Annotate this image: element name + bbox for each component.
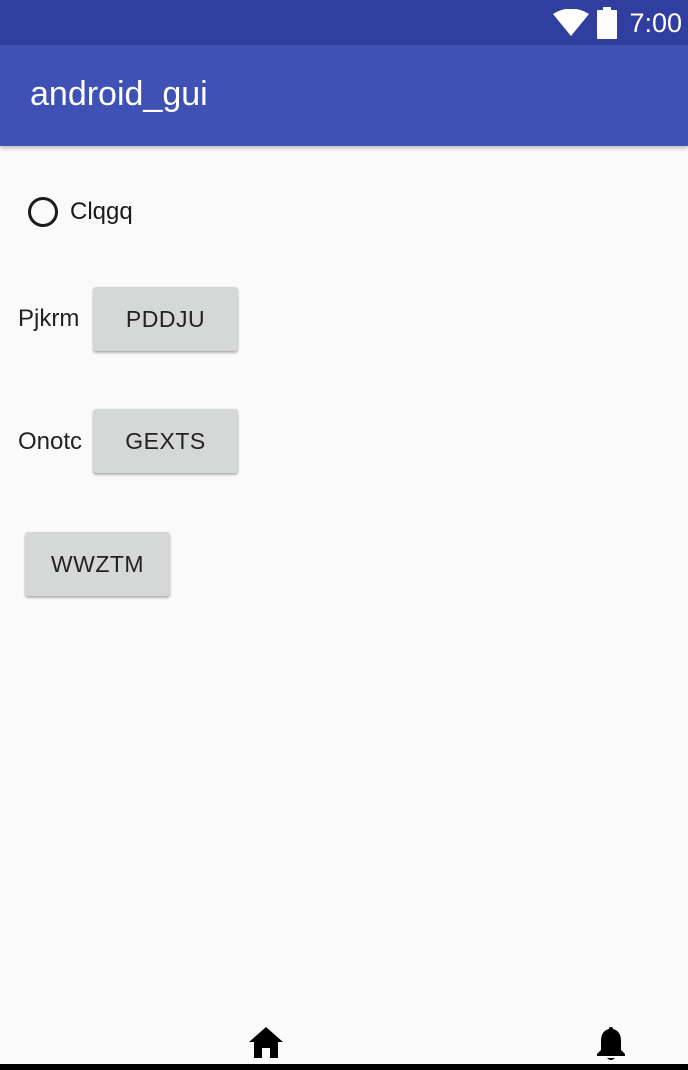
radio-circle-icon[interactable] xyxy=(28,197,58,227)
status-bar: 7:00 xyxy=(0,0,688,45)
row-label-1: Pjkrm xyxy=(18,305,80,332)
radio-option[interactable]: Clqgq xyxy=(28,193,133,231)
wifi-icon xyxy=(553,9,590,37)
app-bar: android_gui xyxy=(0,45,688,146)
radio-label: Clqgq xyxy=(70,198,133,225)
bottom-edge xyxy=(0,1064,688,1070)
app-title: android_gui xyxy=(30,75,208,113)
screen: 7:00 android_gui Clqgq Pjkrm PDDJU Onotc… xyxy=(0,0,688,1070)
status-icons: 7:00 xyxy=(553,6,682,40)
home-icon[interactable] xyxy=(248,1025,284,1064)
battery-icon xyxy=(597,7,618,39)
bell-icon[interactable] xyxy=(595,1024,627,1067)
standalone-button[interactable]: WWZTM xyxy=(25,532,170,596)
row-label-2: Onotc xyxy=(18,428,83,455)
row-button-2[interactable]: GEXTS xyxy=(93,409,238,473)
row-button-1[interactable]: PDDJU xyxy=(93,287,238,351)
status-time: 7:00 xyxy=(629,7,682,38)
